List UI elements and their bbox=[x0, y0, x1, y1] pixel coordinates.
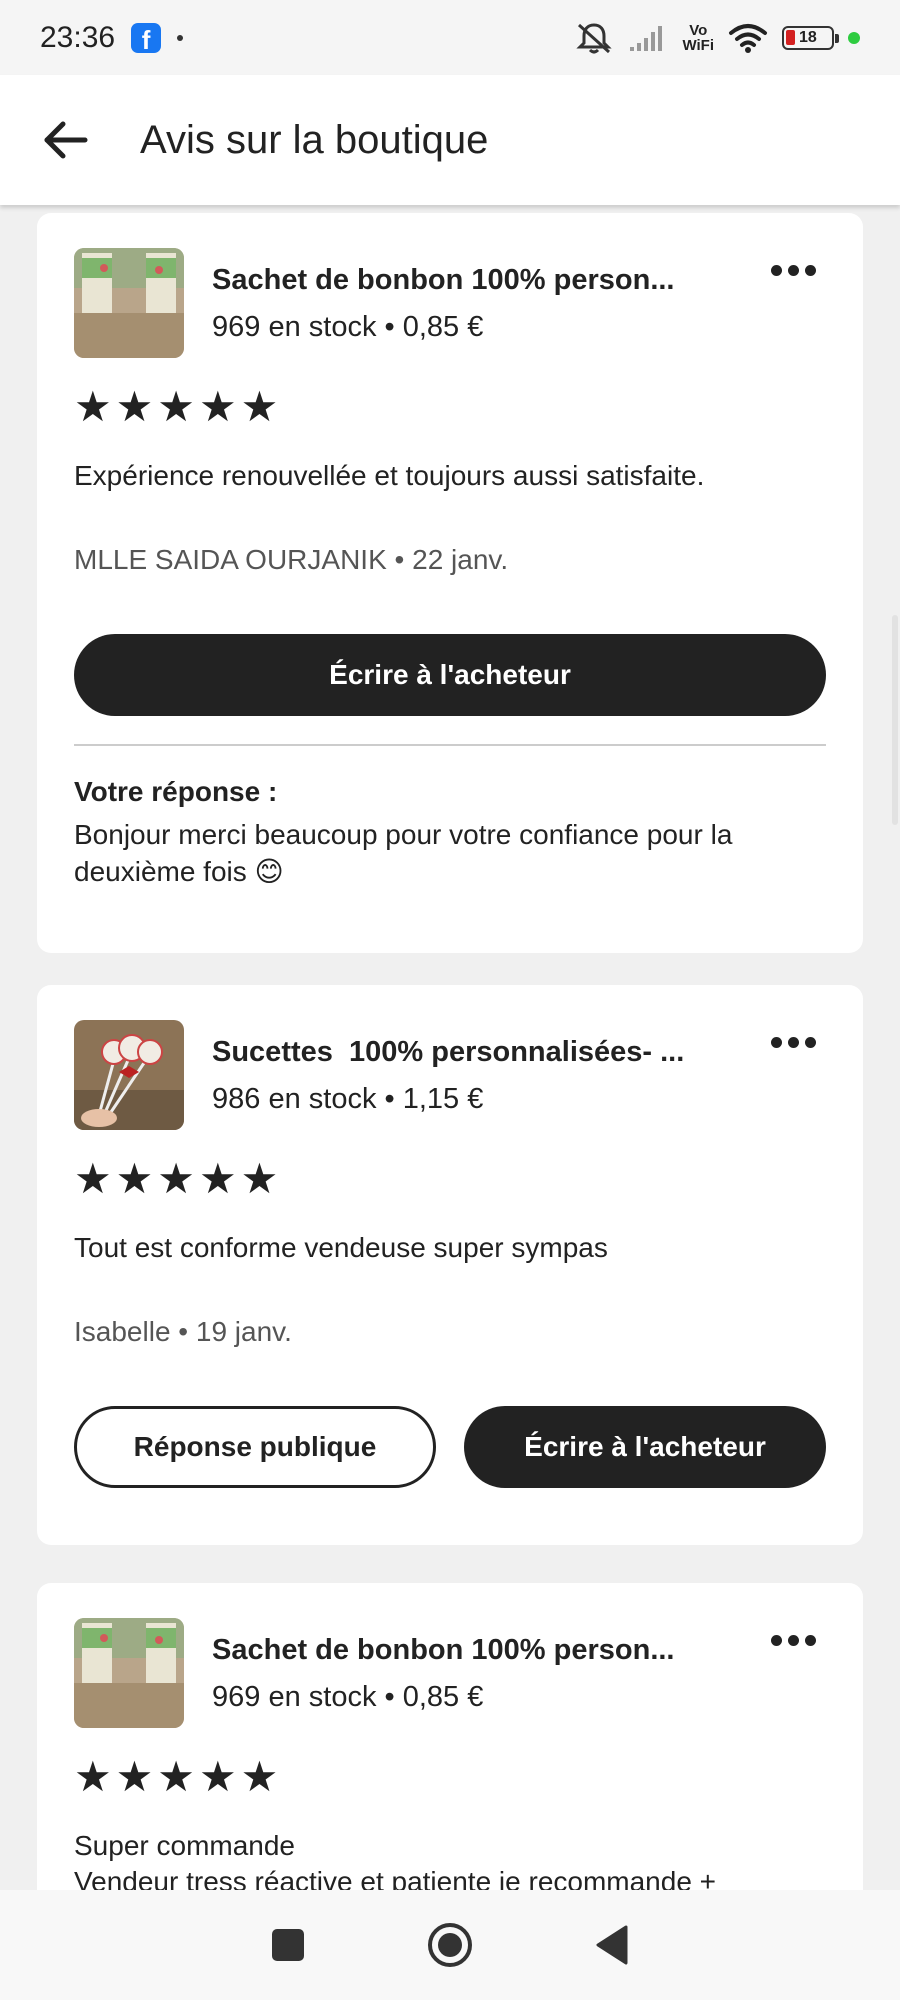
star-rating: ★★★★★ bbox=[74, 1155, 283, 1202]
review-card: Sucettes 100% personnalisées- ... 986 en… bbox=[37, 985, 863, 1545]
status-icons: Vo WiFi 18 bbox=[574, 21, 860, 55]
listing-title: Sachet de bonbon 100% person... bbox=[212, 264, 675, 296]
listing-info: Sucettes 100% personnalisées- ... 986 en… bbox=[212, 1020, 684, 1116]
listing-info: Sachet de bonbon 100% person... 969 en s… bbox=[212, 248, 675, 344]
review-text: Expérience renouvellée et toujours aussi… bbox=[74, 460, 705, 491]
more-dots-icon bbox=[771, 1037, 782, 1048]
status-bar: 23:36 f Vo WiFi 18 bbox=[0, 0, 900, 75]
back-nav-button[interactable] bbox=[594, 1924, 630, 1966]
more-options-button[interactable] bbox=[771, 1037, 816, 1048]
write-to-buyer-button[interactable]: Écrire à l'acheteur bbox=[464, 1406, 826, 1488]
page-title: Avis sur la boutique bbox=[140, 117, 489, 162]
vowifi-bottom: WiFi bbox=[682, 36, 714, 54]
scrollbar[interactable] bbox=[892, 615, 898, 825]
recent-apps-button[interactable] bbox=[270, 1927, 306, 1963]
facebook-notification-icon: f bbox=[131, 22, 162, 53]
star-rating: ★★★★★ bbox=[74, 1753, 283, 1800]
review-card: Sachet de bonbon 100% person... 969 en s… bbox=[37, 1583, 863, 1890]
privacy-indicator-icon bbox=[848, 31, 860, 44]
listing-summary[interactable]: Sucettes 100% personnalisées- ... 986 en… bbox=[74, 985, 826, 1130]
triangle-back-icon bbox=[596, 1925, 628, 1965]
square-icon bbox=[272, 1929, 304, 1961]
notification-dot-icon bbox=[177, 34, 184, 41]
star-rating: ★★★★★ bbox=[74, 383, 283, 430]
more-dots-icon bbox=[771, 265, 782, 276]
reviewer-name-date: Isabelle • 19 janv. bbox=[74, 1316, 292, 1347]
more-options-button[interactable] bbox=[771, 265, 816, 276]
reviewer-name-date: MLLE SAIDA OURJANIK • 22 janv. bbox=[74, 544, 509, 575]
write-to-buyer-button[interactable]: Écrire à l'acheteur bbox=[74, 634, 826, 716]
wifi-icon bbox=[729, 23, 767, 53]
listing-stock-price: 986 en stock • 1,15 € bbox=[212, 1083, 484, 1115]
more-options-button[interactable] bbox=[771, 1635, 816, 1646]
app-header: Avis sur la boutique bbox=[0, 75, 900, 205]
listing-thumbnail[interactable] bbox=[74, 248, 184, 358]
vowifi-top: Vo bbox=[689, 21, 708, 39]
listing-info: Sachet de bonbon 100% person... 969 en s… bbox=[212, 1618, 675, 1714]
more-dots-icon bbox=[771, 1635, 782, 1646]
battery-level bbox=[786, 30, 795, 45]
home-circle-icon bbox=[428, 1923, 472, 1967]
home-button[interactable] bbox=[426, 1921, 474, 1969]
mute-icon bbox=[576, 22, 613, 53]
battery-percent: 18 bbox=[799, 28, 817, 46]
listing-title: Sucettes 100% personnalisées- ... bbox=[212, 1036, 685, 1068]
response-text: Bonjour merci beaucoup pour votre confia… bbox=[74, 819, 733, 887]
status-time: 23:36 bbox=[40, 20, 116, 54]
battery-icon: 18 bbox=[782, 25, 839, 50]
listing-stock-price: 969 en stock • 0,85 € bbox=[212, 311, 484, 343]
listing-thumbnail[interactable] bbox=[74, 1618, 184, 1728]
signal-icon bbox=[630, 25, 663, 51]
response-label: Votre réponse : bbox=[74, 776, 278, 807]
back-button[interactable] bbox=[35, 110, 95, 170]
review-text-line: Super commande bbox=[74, 1830, 296, 1861]
listing-thumbnail[interactable] bbox=[74, 1020, 184, 1130]
listing-summary[interactable]: Sachet de bonbon 100% person... 969 en s… bbox=[74, 213, 826, 358]
public-reply-button[interactable]: Réponse publique bbox=[74, 1406, 436, 1488]
listing-stock-price: 969 en stock • 0,85 € bbox=[212, 1681, 484, 1713]
review-text-line: Vendeur tress réactive et patiente je re… bbox=[74, 1866, 717, 1890]
system-nav-bar bbox=[0, 1890, 900, 2000]
review-text: Tout est conforme vendeuse super sympas bbox=[74, 1232, 608, 1263]
review-text: Super commande Vendeur tress réactive et… bbox=[74, 1828, 826, 1890]
listing-title: Sachet de bonbon 100% person... bbox=[212, 1634, 675, 1666]
review-actions: Réponse publique Écrire à l'acheteur bbox=[74, 1406, 826, 1488]
listing-summary[interactable]: Sachet de bonbon 100% person... 969 en s… bbox=[74, 1583, 826, 1728]
divider bbox=[74, 744, 826, 746]
arrow-left-icon bbox=[44, 121, 88, 159]
review-card: Sachet de bonbon 100% person... 969 en s… bbox=[37, 213, 863, 953]
vowifi-icon: Vo WiFi bbox=[682, 23, 714, 53]
reviews-list[interactable]: Sachet de bonbon 100% person... 969 en s… bbox=[0, 205, 900, 1890]
